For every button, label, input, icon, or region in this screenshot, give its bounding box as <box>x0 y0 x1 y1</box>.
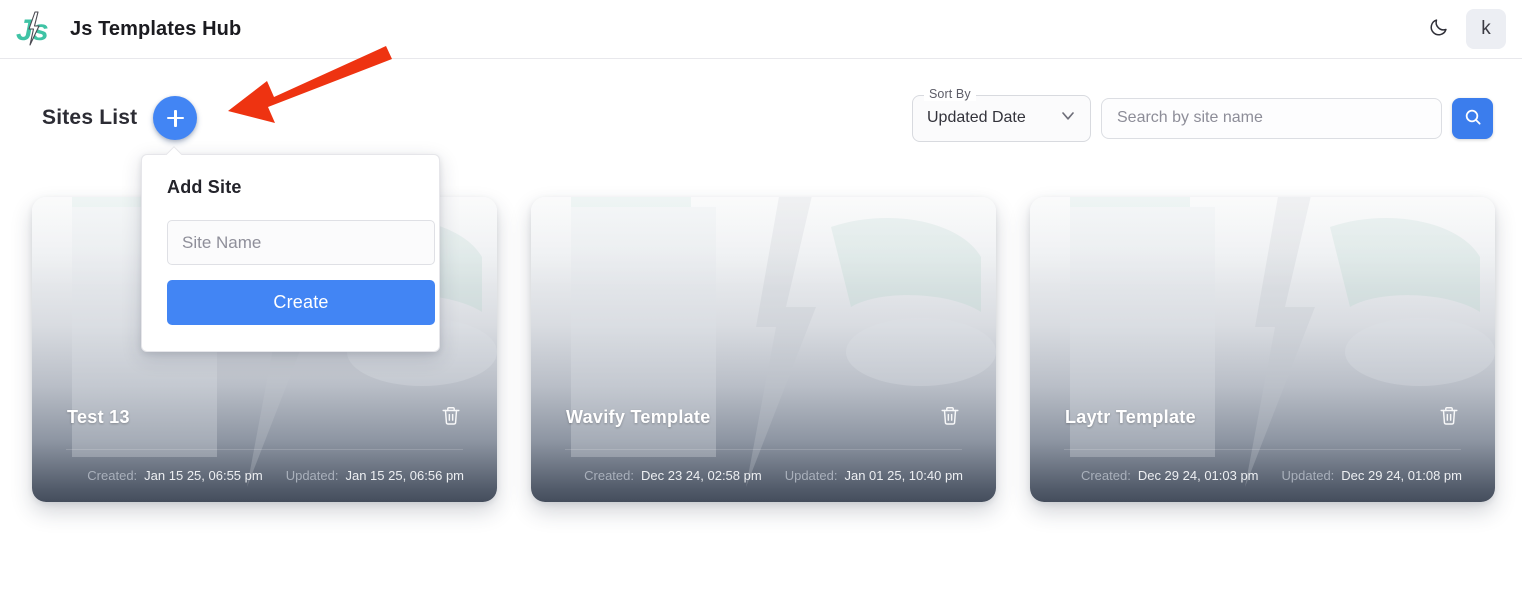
sort-by-select[interactable]: Sort By Updated Date <box>912 86 1091 142</box>
app-header: J s Js Templates Hub k <box>0 0 1522 59</box>
delete-site-button[interactable] <box>438 404 464 430</box>
card-title-row: Wavify Template <box>531 404 996 430</box>
add-site-button[interactable] <box>153 96 198 140</box>
card-sheen <box>531 197 996 502</box>
search-icon <box>1463 107 1483 130</box>
card-divider <box>1064 449 1461 450</box>
site-name-input[interactable] <box>167 220 435 265</box>
sites-list-title: Sites List <box>42 106 138 129</box>
card-divider <box>66 449 463 450</box>
page-title: Js Templates Hub <box>70 17 242 40</box>
site-card[interactable]: Laytr Template Created: Dec 29 24, 01:03… <box>1030 197 1495 502</box>
trash-icon <box>1438 405 1460 430</box>
delete-site-button[interactable] <box>937 404 963 430</box>
js-watermark-icon <box>571 197 996 487</box>
theme-toggle-button[interactable] <box>1418 9 1458 49</box>
card-meta: Created: Dec 23 24, 02:58 pm Updated: Ja… <box>531 468 996 483</box>
updated-value: Dec 29 24, 01:08 pm <box>1341 468 1462 483</box>
card-title: Wavify Template <box>566 406 711 427</box>
add-site-popover: Add Site Create <box>141 154 440 352</box>
created-label: Created: <box>87 468 138 483</box>
toolbar-controls: Sort By Updated Date <box>912 86 1493 142</box>
updated-value: Jan 15 25, 06:56 pm <box>345 468 464 483</box>
created-label: Created: <box>584 468 634 483</box>
header-actions: k <box>1418 9 1506 49</box>
card-sheen <box>1030 197 1495 502</box>
site-card[interactable]: Wavify Template Created: Dec 23 24, 02:5… <box>531 197 996 502</box>
card-title-row: Laytr Template <box>1030 404 1495 430</box>
updated-label: Updated: <box>784 468 838 483</box>
sites-list-header: Sites List <box>42 96 198 140</box>
moon-icon <box>1428 17 1449 41</box>
updated-label: Updated: <box>1281 468 1335 483</box>
created-value: Dec 23 24, 02:58 pm <box>641 468 762 483</box>
card-title-row: Test 13 <box>32 404 497 430</box>
search-button[interactable] <box>1452 97 1493 139</box>
trash-icon <box>939 405 961 430</box>
card-divider <box>565 449 962 450</box>
card-meta: Created: Dec 29 24, 01:03 pm Updated: De… <box>1030 468 1495 483</box>
popover-arrow <box>165 146 182 155</box>
card-meta: Created: Jan 15 25, 06:55 pm Updated: Ja… <box>32 468 497 483</box>
js-watermark-icon <box>1070 197 1495 487</box>
card-title: Test 13 <box>67 406 130 427</box>
card-title: Laytr Template <box>1065 406 1196 427</box>
created-label: Created: <box>1080 468 1131 483</box>
brand: J s Js Templates Hub <box>14 9 241 49</box>
search-input[interactable] <box>1101 97 1442 139</box>
chevron-down-icon <box>1058 106 1078 131</box>
js-lightning-logo-icon: J s <box>14 9 56 49</box>
updated-label: Updated: <box>285 468 339 483</box>
popover-title: Add Site <box>167 177 242 197</box>
delete-site-button[interactable] <box>1436 404 1462 430</box>
plus-icon-vertical <box>174 109 177 127</box>
updated-value: Jan 01 25, 10:40 pm <box>844 468 963 483</box>
trash-icon <box>440 405 462 430</box>
avatar[interactable]: k <box>1466 9 1506 49</box>
sort-by-value: Updated Date <box>927 109 1026 126</box>
sort-by-label: Sort By <box>924 86 976 101</box>
create-button[interactable]: Create <box>167 280 435 325</box>
created-value: Dec 29 24, 01:03 pm <box>1137 468 1259 483</box>
created-value: Jan 15 25, 06:55 pm <box>144 468 263 483</box>
